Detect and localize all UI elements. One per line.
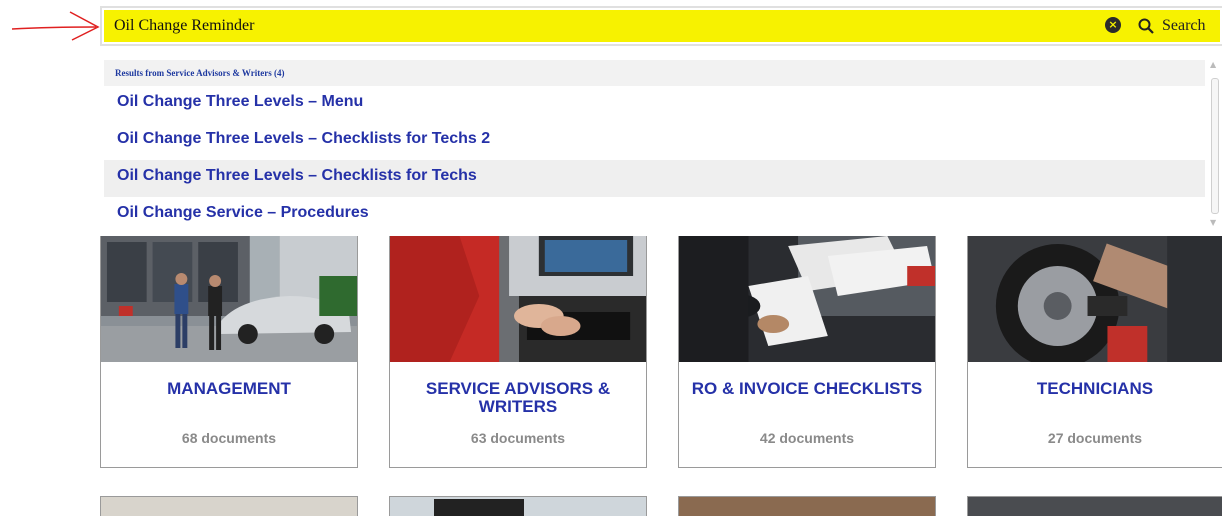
scroll-down-icon[interactable]: ▼ [1210, 218, 1216, 227]
search-button-label: Search [1162, 17, 1206, 34]
result-item-active[interactable]: Oil Change Three Levels – Checklists for… [104, 160, 1205, 197]
scroll-up-icon[interactable]: ▲ [1210, 60, 1216, 69]
search-button[interactable]: Search [1138, 13, 1206, 39]
result-item[interactable]: Oil Change Three Levels – Menu [104, 86, 1205, 123]
category-card-row2-1[interactable] [100, 496, 358, 516]
search-results-dropdown: Results from Service Advisors & Writers … [104, 60, 1205, 230]
category-card-management[interactable]: MANAGEMENT 68 documents [100, 236, 358, 468]
checklists-photo [679, 236, 935, 362]
category-card-service-advisors[interactable]: SERVICE ADVISORS & WRITERS 63 documents [389, 236, 647, 468]
card-title[interactable]: RO & INVOICE CHECKLISTS [679, 380, 935, 398]
magnifier-icon [1138, 18, 1154, 34]
card-document-count: 68 documents [181, 430, 277, 446]
card-title[interactable]: TECHNICIANS [968, 380, 1222, 398]
close-circle-icon[interactable]: × [1105, 17, 1121, 33]
results-scrollbar[interactable]: ▲ ▼ [1208, 60, 1220, 230]
annotation-arrow-icon [11, 11, 100, 41]
row2-photo-detail [434, 499, 524, 516]
category-card-ro-invoice-checklists[interactable]: RO & INVOICE CHECKLISTS 42 documents [678, 236, 936, 468]
management-photo [101, 236, 357, 362]
search-input[interactable] [114, 13, 1074, 39]
service-advisors-photo [390, 236, 646, 362]
results-group-header: Results from Service Advisors & Writers … [104, 60, 1205, 86]
category-card-row2-2[interactable] [389, 496, 647, 516]
category-card-row2-4[interactable] [967, 496, 1222, 516]
card-title[interactable]: MANAGEMENT [101, 380, 357, 398]
category-card-row2-3[interactable] [678, 496, 936, 516]
result-item[interactable]: Oil Change Service – Procedures [104, 197, 1205, 234]
card-document-count: 42 documents [759, 430, 855, 446]
card-document-count: 27 documents [1047, 430, 1143, 446]
category-card-technicians[interactable]: TECHNICIANS 27 documents [967, 236, 1222, 468]
technicians-photo [968, 236, 1222, 362]
result-item[interactable]: Oil Change Three Levels – Checklists for… [104, 123, 1205, 160]
card-document-count: 63 documents [470, 430, 566, 446]
card-title[interactable]: SERVICE ADVISORS & WRITERS [390, 380, 646, 416]
scroll-thumb[interactable] [1211, 78, 1219, 214]
